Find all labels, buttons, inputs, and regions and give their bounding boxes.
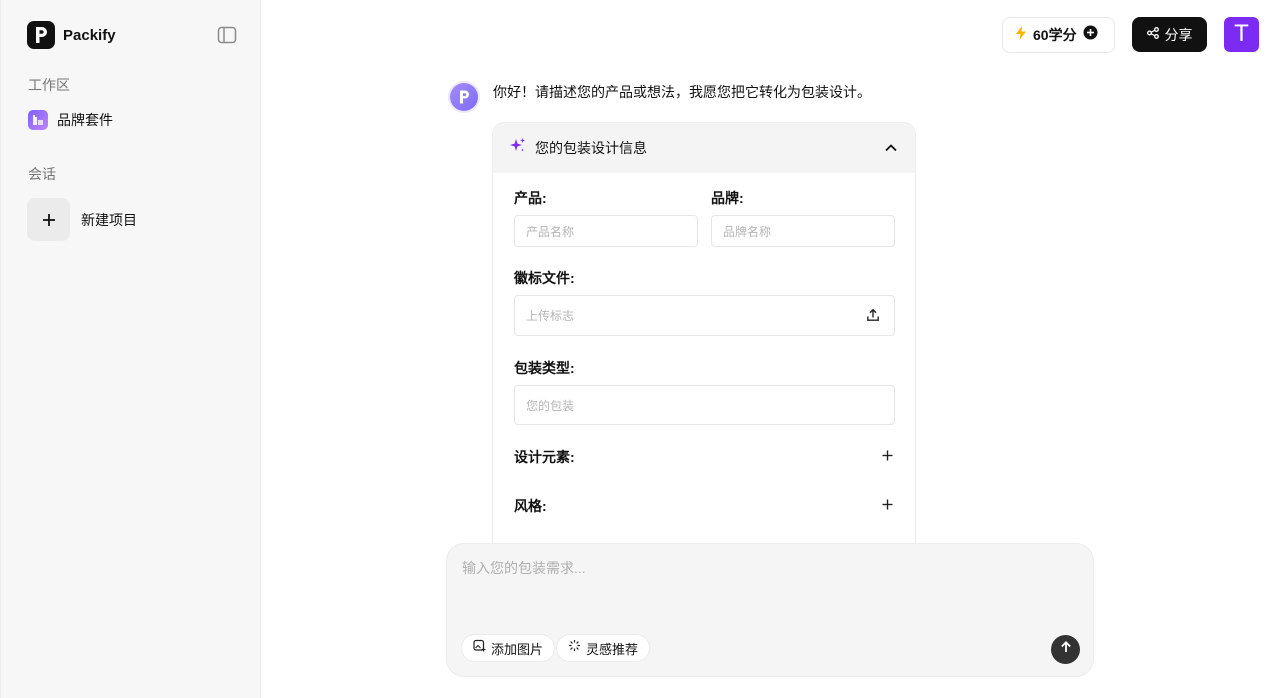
style-label: 风格:: [514, 498, 547, 514]
packaging-info-card: 您的包装设计信息 产品: 产品名称 品牌: 品牌名称 徽标文件: 上传标志 包装…: [492, 122, 916, 544]
brand-name: Packify: [63, 26, 116, 44]
plus-icon: [27, 198, 70, 241]
arrow-up-icon: [1059, 640, 1073, 659]
assistant-greeting: 你好！请描述您的产品或想法，我愿您把它转化为包装设计。: [493, 84, 871, 100]
credits-count: 60学分: [1033, 27, 1077, 43]
brand-kit-icon: [28, 110, 48, 130]
logo-file-label: 徽标文件:: [514, 270, 575, 286]
user-avatar[interactable]: T: [1224, 17, 1259, 52]
packaging-type-label: 包装类型:: [514, 360, 575, 376]
add-design-element-icon[interactable]: [881, 449, 894, 462]
share-label: 分享: [1164, 26, 1193, 43]
sparkle-icon: [509, 137, 526, 159]
new-project-button[interactable]: 新建项目: [27, 198, 137, 241]
composer-input[interactable]: 输入您的包装需求...: [462, 558, 1072, 618]
credits-badge[interactable]: 60学分: [1002, 17, 1115, 53]
share-icon: [1146, 26, 1159, 44]
app-root: Packify 工作区 品牌套件 会话 新建项目 60学分 分享 T 你好！请描…: [0, 0, 1280, 698]
brand[interactable]: Packify: [27, 21, 116, 49]
product-label: 产品:: [514, 190, 547, 206]
image-add-icon: [473, 639, 486, 657]
add-image-button[interactable]: 添加图片: [461, 634, 556, 662]
add-style-icon[interactable]: [881, 498, 894, 511]
sidebar: Packify 工作区 品牌套件 会话 新建项目: [0, 0, 261, 698]
sidebar-item-brand-kit[interactable]: 品牌套件: [28, 110, 113, 130]
packify-logo-icon: [27, 21, 55, 49]
inspiration-icon: [568, 639, 581, 657]
share-button[interactable]: 分享: [1132, 17, 1207, 52]
brand-input[interactable]: 品牌名称: [711, 215, 895, 247]
design-elements-label: 设计元素:: [514, 449, 575, 465]
assistant-avatar-icon: [450, 83, 478, 111]
sidebar-item-label: 品牌套件: [57, 112, 113, 128]
add-image-label: 添加图片: [491, 641, 544, 657]
card-title: 您的包装设计信息: [535, 140, 647, 156]
bolt-icon: [1015, 25, 1027, 45]
chevron-up-icon[interactable]: [883, 140, 899, 156]
brand-label: 品牌:: [711, 190, 744, 206]
workspace-section-label: 工作区: [28, 77, 70, 93]
logo-upload-placeholder: 上传标志: [526, 309, 575, 323]
inspiration-label: 灵感推荐: [586, 641, 639, 657]
upload-icon[interactable]: [866, 308, 880, 322]
sessions-section-label: 会话: [28, 166, 56, 182]
add-credits-icon[interactable]: [1083, 25, 1098, 45]
logo-upload-field[interactable]: 上传标志: [514, 295, 895, 336]
packaging-type-input[interactable]: 您的包装: [514, 385, 895, 425]
product-input[interactable]: 产品名称: [514, 215, 698, 247]
sidebar-toggle-icon[interactable]: [217, 26, 237, 44]
send-button[interactable]: [1051, 635, 1080, 664]
message-composer: 输入您的包装需求... 添加图片 灵感推荐: [446, 543, 1094, 677]
new-project-label: 新建项目: [81, 211, 137, 228]
inspiration-button[interactable]: 灵感推荐: [556, 634, 651, 662]
card-header[interactable]: 您的包装设计信息: [493, 123, 915, 173]
